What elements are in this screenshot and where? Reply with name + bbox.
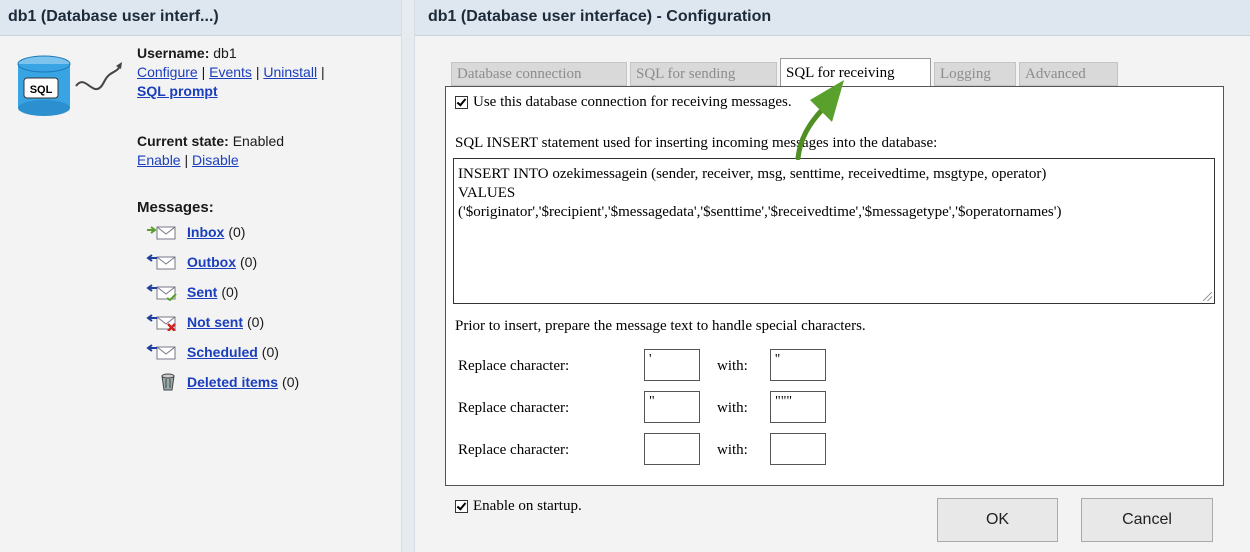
annotation-arrow-icon [795,80,844,160]
left-panel: db1 (Database user interf...) SQL Userna… [0,0,401,552]
state-links: Enable | Disable [137,152,239,168]
replace-label-2: Replace character: [458,400,570,416]
enable-link[interactable]: Enable [137,152,181,168]
with-label-2: with: [717,400,748,416]
events-link[interactable]: Events [209,64,252,80]
trash-icon [161,373,175,391]
sent-icon [146,284,177,301]
sql-caption: SQL INSERT statement used for inserting … [455,135,938,151]
uninstall-link[interactable]: Uninstall [263,64,317,80]
tab-logging[interactable]: Logging [934,62,1016,86]
messages-heading: Messages: [137,199,214,216]
replace-char-input-3[interactable] [644,433,700,465]
username-line: Username: db1 [137,45,237,61]
tab-database-connection[interactable]: Database connection [451,62,627,86]
sql-insert-textarea[interactable]: INSERT INTO ozekimessagein (sender, rece… [453,158,1215,304]
with-label-1: with: [717,358,748,374]
ok-button[interactable]: OK [937,498,1058,542]
with-char-input-2[interactable]: """ [770,391,826,423]
use-connection-checkbox[interactable] [455,96,468,110]
replace-label-3: Replace character: [458,442,570,458]
replace-label-1: Replace character: [458,358,570,374]
outbox-icon [146,254,176,270]
folder-not-sent[interactable]: Not sent (0) [145,313,264,331]
folder-sent[interactable]: Sent (0) [145,283,238,301]
folder-scheduled[interactable]: Scheduled (0) [145,343,279,361]
prior-text: Prior to insert, prepare the message tex… [455,318,866,334]
inbox-icon [147,226,176,240]
resize-grip[interactable] [1203,292,1212,301]
sql-icon-text: SQL [30,84,53,96]
left-panel-title: db1 (Database user interf...) [0,0,401,36]
scheduled-icon [146,344,176,360]
with-char-input-1[interactable]: '' [770,349,826,381]
not-sent-icon [146,314,176,331]
cancel-button[interactable]: Cancel [1081,498,1213,542]
sql-prompt-link[interactable]: SQL prompt [137,83,218,99]
folder-inbox[interactable]: Inbox (0) [145,223,245,241]
with-char-input-3[interactable] [770,433,826,465]
configuration-title: db1 (Database user interface) - Configur… [415,0,1250,36]
state-line: Current state: Enabled [137,133,285,149]
state-value: Enabled [232,133,285,149]
folder-deleted-items[interactable]: Deleted items (0) [145,373,299,391]
tab-advanced[interactable]: Advanced [1019,62,1118,86]
enable-startup-row[interactable]: Enable on startup. [455,498,582,515]
panel-divider[interactable] [401,0,415,552]
configure-link[interactable]: Configure [137,64,198,80]
replace-char-input-1[interactable]: ' [644,349,700,381]
replace-char-input-2[interactable]: " [644,391,700,423]
with-label-3: with: [717,442,748,458]
database-sql-icon: SQL [17,55,122,116]
enable-startup-checkbox[interactable] [455,500,468,514]
folder-outbox[interactable]: Outbox (0) [145,253,257,271]
disable-link[interactable]: Disable [192,152,239,168]
username-value: db1 [213,45,237,61]
action-links: Configure | Events | Uninstall | [137,64,325,80]
